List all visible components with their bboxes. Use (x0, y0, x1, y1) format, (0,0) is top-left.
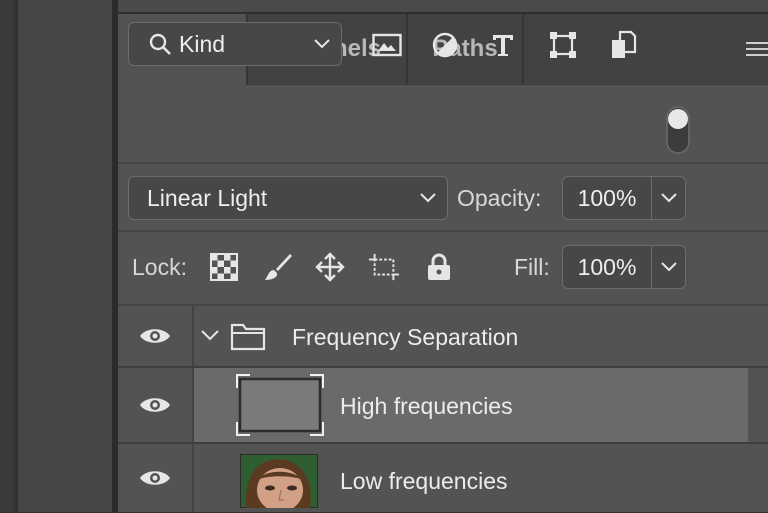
shape-filter-icon[interactable] (546, 28, 580, 62)
blend-mode-dropdown[interactable]: Linear Light (128, 176, 448, 220)
fill-value[interactable]: 100% (563, 246, 652, 288)
chevron-down-icon (660, 193, 677, 203)
layer-thumbnail[interactable] (236, 374, 324, 436)
layer-name[interactable]: Frequency Separation (292, 324, 518, 351)
opacity-value[interactable]: 100% (563, 177, 652, 219)
filter-kind-label: Kind (179, 30, 226, 57)
visibility-toggle[interactable] (118, 306, 194, 366)
separator (118, 162, 768, 164)
opacity-label: Opacity: (457, 185, 542, 211)
fill-label: Fill: (514, 254, 550, 280)
fill-dropdown-button[interactable] (652, 246, 685, 288)
layer-name[interactable]: High frequencies (340, 393, 513, 420)
chevron-down-icon (660, 262, 677, 272)
lock-artboard-icon[interactable] (369, 252, 399, 282)
chevron-down-icon[interactable] (200, 328, 220, 342)
layers-panel: Layers Channels Paths Kind Linear Light (118, 0, 768, 512)
eye-icon (140, 398, 170, 412)
layer-row[interactable]: Low frequencies (118, 444, 768, 512)
blend-mode-label: Linear Light (147, 184, 268, 211)
lock-transparent-pixels-icon[interactable] (209, 252, 239, 282)
opacity-dropdown-button[interactable] (652, 177, 685, 219)
separator (118, 230, 768, 232)
fill-field[interactable]: 100% (562, 245, 686, 289)
smart-object-filter-icon[interactable] (606, 28, 640, 62)
chevron-down-icon (420, 193, 436, 203)
eye-icon (140, 329, 170, 343)
folder-icon (230, 323, 266, 351)
adjustment-filter-icon[interactable] (428, 28, 462, 62)
visibility-toggle[interactable] (118, 368, 194, 442)
eye-icon (140, 471, 170, 485)
gray-thumbnail-icon (236, 374, 324, 436)
layer-row-selected[interactable]: High frequencies (118, 368, 768, 444)
left-dock-edge (0, 0, 14, 512)
lock-image-pixels-icon[interactable] (263, 252, 293, 282)
lock-position-icon[interactable] (315, 252, 345, 282)
filter-toggle-switch[interactable] (666, 106, 690, 159)
search-icon (149, 33, 171, 55)
layer-name[interactable]: Low frequencies (340, 468, 508, 495)
chevron-down-icon (314, 39, 330, 49)
left-dock-panel (18, 0, 112, 512)
portrait-thumbnail-icon (239, 453, 319, 512)
visibility-toggle[interactable] (118, 444, 194, 512)
type-filter-icon[interactable] (486, 28, 520, 62)
layer-thumbnail[interactable] (239, 453, 319, 512)
opacity-field[interactable]: 100% (562, 176, 686, 220)
panel-menu-icon[interactable] (746, 42, 768, 60)
layer-row-group[interactable]: Frequency Separation (118, 306, 768, 368)
lock-all-icon[interactable] (424, 252, 454, 282)
filter-kind-dropdown[interactable]: Kind (128, 22, 342, 66)
lock-label: Lock: (132, 254, 187, 280)
image-filter-icon[interactable] (370, 28, 404, 62)
panel-top-bar[interactable] (118, 0, 768, 14)
